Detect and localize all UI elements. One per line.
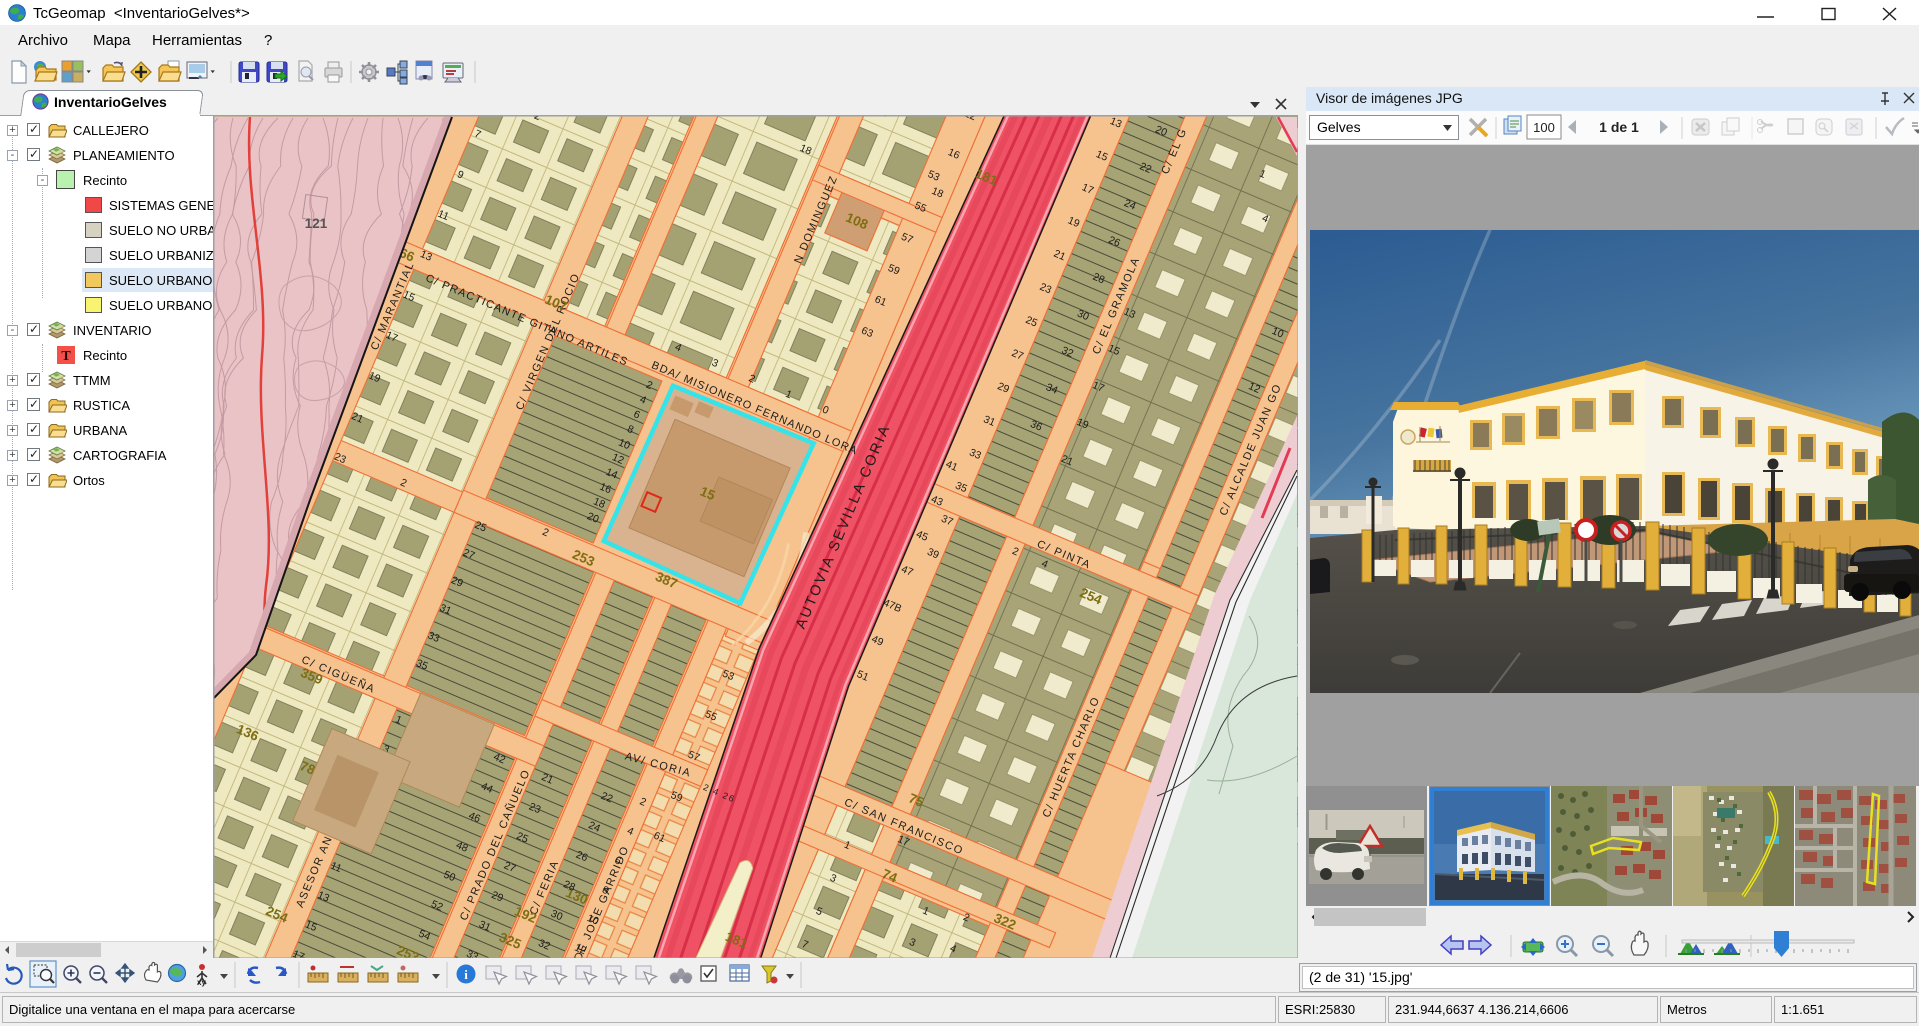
- svg-text:1 de 1: 1 de 1: [1599, 119, 1639, 135]
- svg-text:T: T: [61, 349, 71, 364]
- svg-text:xy: xy: [197, 978, 206, 987]
- svg-text:i: i: [464, 967, 468, 982]
- svg-text:121: 121: [305, 216, 328, 231]
- svg-text:100: 100: [1533, 120, 1555, 135]
